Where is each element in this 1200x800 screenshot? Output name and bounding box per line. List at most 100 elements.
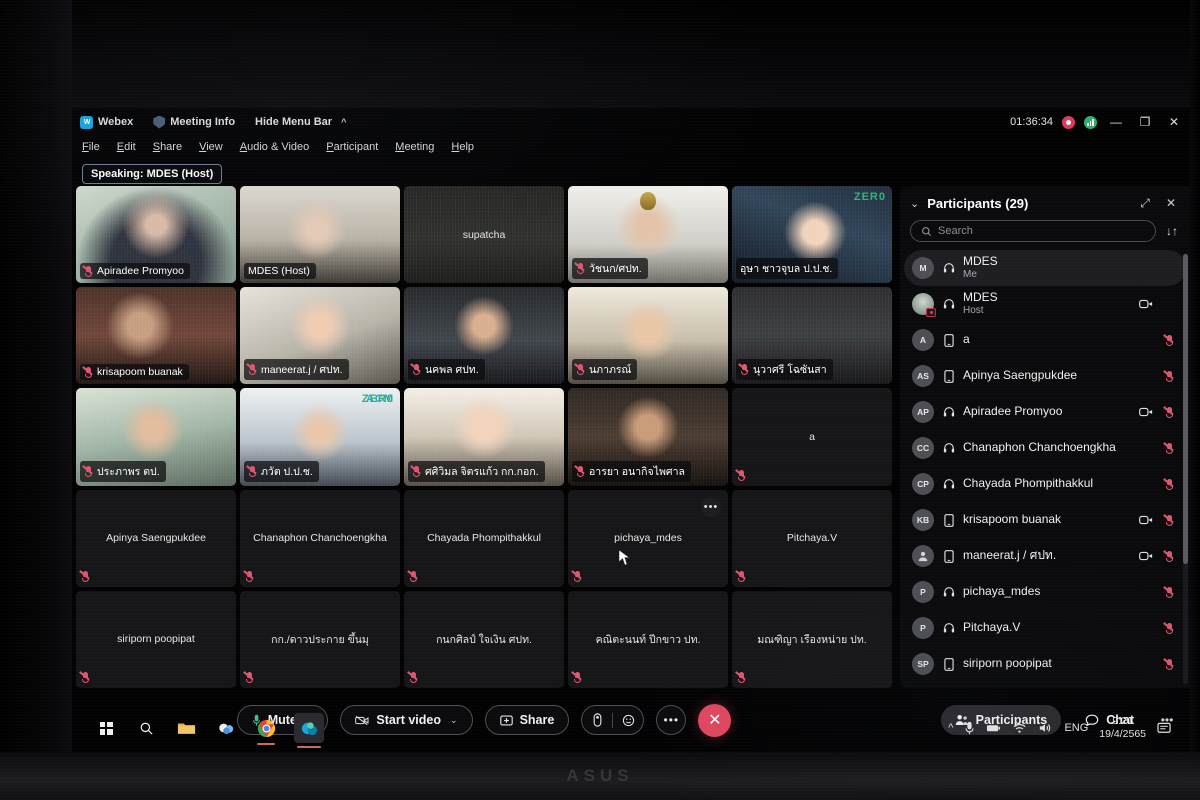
participant-row[interactable]: Ppichaya_mdes xyxy=(904,574,1186,610)
video-tile[interactable]: นุวาศรี โฉซันสา xyxy=(732,287,892,384)
video-tile[interactable]: ZER0อุษา ชาวจุบล ป.ป.ช. xyxy=(732,186,892,283)
participant-row[interactable]: CCChanaphon Chanchoengkha xyxy=(904,430,1186,466)
video-tile[interactable]: นภาภรณ์ xyxy=(568,287,728,384)
mic-muted-icon xyxy=(1165,335,1174,346)
participant-row[interactable]: Aa xyxy=(904,322,1186,358)
menu-item-edit[interactable]: Edit xyxy=(117,141,136,153)
chevron-down-icon[interactable]: ⌄ xyxy=(910,197,919,210)
participant-row[interactable]: KBkrisapoom buanak xyxy=(904,502,1186,538)
participant-row[interactable]: PPitchaya.V xyxy=(904,610,1186,646)
mic-muted-icon xyxy=(1162,587,1176,598)
participant-row[interactable]: MMDESMe xyxy=(904,250,1186,286)
video-tile[interactable]: Chayada Phompithakkul xyxy=(404,490,564,587)
hide-menu-bar-button[interactable]: Hide Menu Bar ^ xyxy=(255,116,346,128)
close-panel-icon[interactable]: ✕ xyxy=(1162,194,1180,212)
participant-name: Chayada Phompithakkul xyxy=(963,477,1130,491)
weather-app-button[interactable] xyxy=(214,716,238,740)
participants-panel: ⌄ Participants (29) ⤢ ✕ Search ↓↑ xyxy=(900,186,1190,688)
tile-name-chip: krisapoom buanak xyxy=(80,364,189,380)
menu-item-file[interactable]: File xyxy=(82,141,100,153)
video-tile[interactable]: วัชนก/ศปท. xyxy=(568,186,728,283)
tile-name-label: Apiradee Promyoo xyxy=(97,265,184,277)
webex-brand: W Webex xyxy=(80,116,133,129)
video-tile[interactable]: Apiradee Promyoo xyxy=(76,186,236,283)
video-tile[interactable]: Apinya Saengpukdee xyxy=(76,490,236,587)
video-tile[interactable]: ACMZER0ภวัต ป.ป.ช. xyxy=(240,388,400,485)
phone-icon xyxy=(942,370,955,383)
participant-row[interactable]: SPsiriporn poopipat xyxy=(904,646,1186,682)
video-tile[interactable]: ศศิวิมล จิตรแก้ว กก.กอก. xyxy=(404,388,564,485)
video-tile[interactable]: krisapoom buanak xyxy=(76,287,236,384)
menu-item-share[interactable]: Share xyxy=(153,141,182,153)
menu-item-view[interactable]: View xyxy=(199,141,223,153)
avatar: P xyxy=(912,617,934,639)
search-button[interactable] xyxy=(134,716,158,740)
mic-muted-icon xyxy=(740,364,749,375)
file-explorer-button[interactable] xyxy=(174,716,198,740)
video-tile[interactable]: มณฑิญา เรืองหน่าย ปท. xyxy=(732,591,892,688)
video-tile[interactable]: ประภาพร ตป. xyxy=(76,388,236,485)
laptop-bezel-top xyxy=(0,0,1200,108)
participant-row[interactable]: APApiradee Promyoo xyxy=(904,394,1186,430)
participant-row[interactable]: maneerat.j / ศปท. xyxy=(904,538,1186,574)
taskbar-apps xyxy=(80,713,324,743)
mic-muted-icon xyxy=(1162,479,1176,490)
wifi-icon[interactable] xyxy=(1012,722,1027,734)
recording-indicator-icon[interactable] xyxy=(1062,116,1075,129)
participant-row[interactable]: MDESHost xyxy=(904,286,1186,322)
participants-search-input[interactable]: Search xyxy=(938,225,973,237)
camera-on-icon xyxy=(1138,515,1154,525)
headset-icon xyxy=(942,406,955,418)
participants-list[interactable]: MMDESMeMDESHostAaASApinya SaengpukdeeAPA… xyxy=(900,250,1190,688)
tile-name-label: คณิตะนนท์ ปีกขาว ปท. xyxy=(590,631,707,648)
webex-app-button[interactable] xyxy=(294,713,324,743)
close-button[interactable]: ✕ xyxy=(1164,115,1184,129)
tray-chevron-icon[interactable]: ^ xyxy=(948,722,953,734)
video-tile[interactable]: supatcha xyxy=(404,186,564,283)
chrome-browser-button[interactable] xyxy=(254,716,278,740)
video-tile[interactable]: กก./ดาวประกาย ขึ้นมุ xyxy=(240,591,400,688)
battery-icon[interactable] xyxy=(986,722,1001,734)
microphone-tray-icon[interactable] xyxy=(964,721,975,735)
mic-muted-icon xyxy=(1165,371,1174,382)
language-indicator[interactable]: ENG xyxy=(1064,722,1088,734)
menu-item-participant[interactable]: Participant xyxy=(326,141,378,153)
tile-name-label: กก./ดาวประกาย ขึ้นมุ xyxy=(265,631,375,648)
mic-muted-icon xyxy=(1162,371,1176,382)
video-tile[interactable]: Chanaphon Chanchoengkha xyxy=(240,490,400,587)
restore-button[interactable]: ❐ xyxy=(1135,115,1155,129)
video-tile[interactable]: pichaya_mdes••• xyxy=(568,490,728,587)
menu-item-help[interactable]: Help xyxy=(451,141,474,153)
participant-name: Apiradee Promyoo xyxy=(963,405,1130,419)
speaking-indicator: Speaking: MDES (Host) xyxy=(82,164,222,184)
volume-icon[interactable] xyxy=(1038,722,1053,734)
start-button[interactable] xyxy=(94,716,118,740)
tile-more-options-button[interactable]: ••• xyxy=(701,497,721,517)
video-tile[interactable]: คณิตะนนท์ ปีกขาว ปท.pichaya_mdes xyxy=(568,591,728,688)
video-tile[interactable]: กนกศิลป์ ใจเงิน ศปท. xyxy=(404,591,564,688)
video-tile[interactable]: a xyxy=(732,388,892,485)
notifications-icon[interactable] xyxy=(1157,722,1172,735)
video-tile[interactable]: MDES (Host) xyxy=(240,186,400,283)
menu-item-audio-video[interactable]: Audio & Video xyxy=(240,141,310,153)
taskbar-clock[interactable]: 9:21 19/4/2565 xyxy=(1099,715,1146,741)
minimize-button[interactable]: — xyxy=(1106,115,1126,129)
sort-participants-icon[interactable]: ↓↑ xyxy=(1164,224,1180,238)
meeting-info-button[interactable]: Meeting Info xyxy=(153,116,235,129)
mic-muted-icon xyxy=(1165,551,1174,562)
participants-search-box[interactable]: Search xyxy=(910,220,1156,242)
popout-panel-icon[interactable]: ⤢ xyxy=(1136,194,1154,212)
headset-icon xyxy=(942,478,955,490)
video-tile[interactable]: siriporn poopipat xyxy=(76,591,236,688)
participants-scrollbar[interactable] xyxy=(1183,254,1188,684)
headset-icon xyxy=(942,442,955,454)
mic-muted-icon xyxy=(412,364,421,375)
menu-item-meeting[interactable]: Meeting xyxy=(395,141,434,153)
network-signal-icon[interactable] xyxy=(1084,116,1097,129)
participant-row[interactable]: ASApinya Saengpukdee xyxy=(904,358,1186,394)
participant-row[interactable]: CPChayada Phompithakkul xyxy=(904,466,1186,502)
video-tile[interactable]: maneerat.j / ศปท. xyxy=(240,287,400,384)
video-tile[interactable]: Pitchaya.V xyxy=(732,490,892,587)
video-tile[interactable]: อารยา อนากิจไพศาล xyxy=(568,388,728,485)
video-tile[interactable]: นคพล ศปท. xyxy=(404,287,564,384)
